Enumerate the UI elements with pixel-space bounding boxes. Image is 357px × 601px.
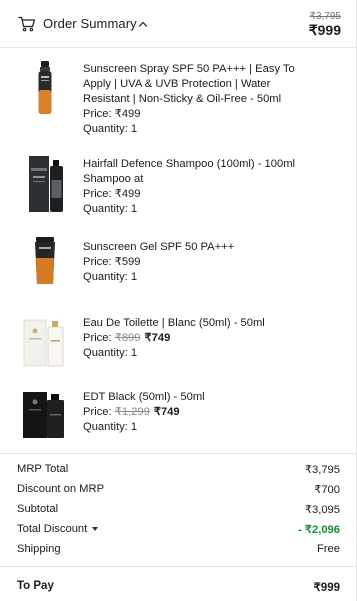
to-pay-row: To Pay ₹999 — [0, 566, 357, 601]
item-quantity: Quantity: 1 — [83, 421, 138, 433]
summary-label: Total Discount — [17, 523, 88, 535]
list-item: Sunscreen Gel SPF 50 PA+++ Price: ₹599 Q… — [0, 236, 357, 292]
product-image-edt-blanc — [23, 319, 64, 367]
item-name: Sunscreen Gel SPF 50 PA+++ — [83, 241, 235, 253]
summary-label: Shipping — [17, 543, 61, 555]
item-quantity: Quantity: 1 — [83, 271, 138, 283]
price-label: Price: — [83, 406, 115, 418]
item-price-value: ₹749 — [144, 332, 171, 344]
to-pay-label: To Pay — [17, 580, 54, 592]
summary-label: Discount on MRP — [17, 483, 105, 495]
price-label: Price: — [83, 188, 115, 200]
item-quantity: Quantity: 1 — [83, 203, 138, 215]
item-price-value: ₹749 — [153, 406, 180, 418]
item-price: Price: ₹899 ₹749 — [83, 331, 313, 346]
item-name: EDT Black (50ml) - 50ml — [83, 391, 205, 403]
order-summary-header[interactable]: Order Summary ₹3,795 ₹999 — [0, 0, 357, 48]
list-item: Hairfall Defence Shampoo (100ml) - 100ml… — [0, 152, 357, 222]
item-price: Price: ₹599 — [83, 255, 313, 270]
order-summary-title: Order Summary — [43, 16, 137, 31]
item-name: Sunscreen Spray SPF 50 PA+++ | Easy To A… — [83, 63, 295, 105]
item-price-value: ₹499 — [114, 108, 141, 120]
summary-label: Subtotal — [17, 503, 59, 515]
summary-value: - ₹2,096 — [298, 524, 340, 536]
price-label: Price: — [83, 256, 115, 268]
list-item: Sunscreen Spray SPF 50 PA+++ | Easy To A… — [0, 58, 357, 138]
summary-value: ₹3,795 — [304, 464, 340, 476]
chevron-up-icon[interactable] — [138, 20, 148, 28]
item-info: Sunscreen Gel SPF 50 PA+++ Price: ₹599 Q… — [83, 240, 313, 285]
item-price: Price: ₹499 — [83, 107, 313, 122]
product-image-edt-black — [23, 392, 64, 438]
item-price-value: ₹599 — [114, 256, 141, 268]
item-name: Hairfall Defence Shampoo (100ml) - 100ml… — [83, 158, 296, 185]
item-quantity: Quantity: 1 — [83, 347, 138, 359]
header-total: ₹999 — [308, 22, 341, 38]
item-info: Eau De Toilette | Blanc (50ml) - 50ml Pr… — [83, 316, 313, 361]
to-pay-value: ₹999 — [313, 582, 340, 594]
list-item: EDT Black (50ml) - 50ml Price: ₹1,299 ₹74… — [0, 388, 357, 444]
list-item: Eau De Toilette | Blanc (50ml) - 50ml Pr… — [0, 314, 357, 374]
product-image-sunscreen-spray — [38, 61, 52, 114]
product-image-sunscreen-gel — [35, 237, 55, 284]
summary-row-total-discount[interactable]: Total Discount - ₹2,096 — [17, 523, 340, 539]
summary-value: ₹700 — [314, 484, 340, 496]
order-summary-panel: Order Summary ₹3,795 ₹999 Sunscreen Spra… — [0, 0, 357, 601]
caret-down-icon[interactable] — [92, 527, 99, 532]
item-info: Hairfall Defence Shampoo (100ml) - 100ml… — [83, 157, 313, 217]
summary-value: ₹3,095 — [304, 504, 340, 516]
item-info: EDT Black (50ml) - 50ml Price: ₹1,299 ₹74… — [83, 390, 313, 435]
cart-icon — [18, 16, 36, 32]
summary-row-discount-on-mrp: Discount on MRP ₹700 — [17, 483, 340, 499]
item-price-value: ₹499 — [114, 188, 141, 200]
price-label: Price: — [83, 332, 115, 344]
price-label: Price: — [83, 108, 115, 120]
summary-label: MRP Total — [17, 463, 69, 475]
item-original-price: ₹1,299 — [114, 406, 150, 418]
summary-row-subtotal: Subtotal ₹3,095 — [17, 503, 340, 519]
item-original-price: ₹899 — [114, 332, 141, 344]
summary-value: Free — [316, 543, 340, 555]
item-quantity: Quantity: 1 — [83, 123, 138, 135]
item-info: Sunscreen Spray SPF 50 PA+++ | Easy To A… — [83, 62, 313, 137]
header-mrp-total: ₹3,795 — [309, 11, 341, 22]
summary-row-mrp-total: MRP Total ₹3,795 — [17, 463, 340, 479]
item-price: Price: ₹499 — [83, 187, 313, 202]
item-name: Eau De Toilette | Blanc (50ml) - 50ml — [83, 317, 265, 329]
total-discount-toggle[interactable]: Total Discount — [17, 523, 99, 535]
item-price: Price: ₹1,299 ₹749 — [83, 405, 313, 420]
price-summary: MRP Total ₹3,795 Discount on MRP ₹700 Su… — [0, 453, 357, 565]
summary-row-shipping: Shipping Free — [17, 543, 340, 559]
product-image-shampoo — [29, 156, 63, 212]
